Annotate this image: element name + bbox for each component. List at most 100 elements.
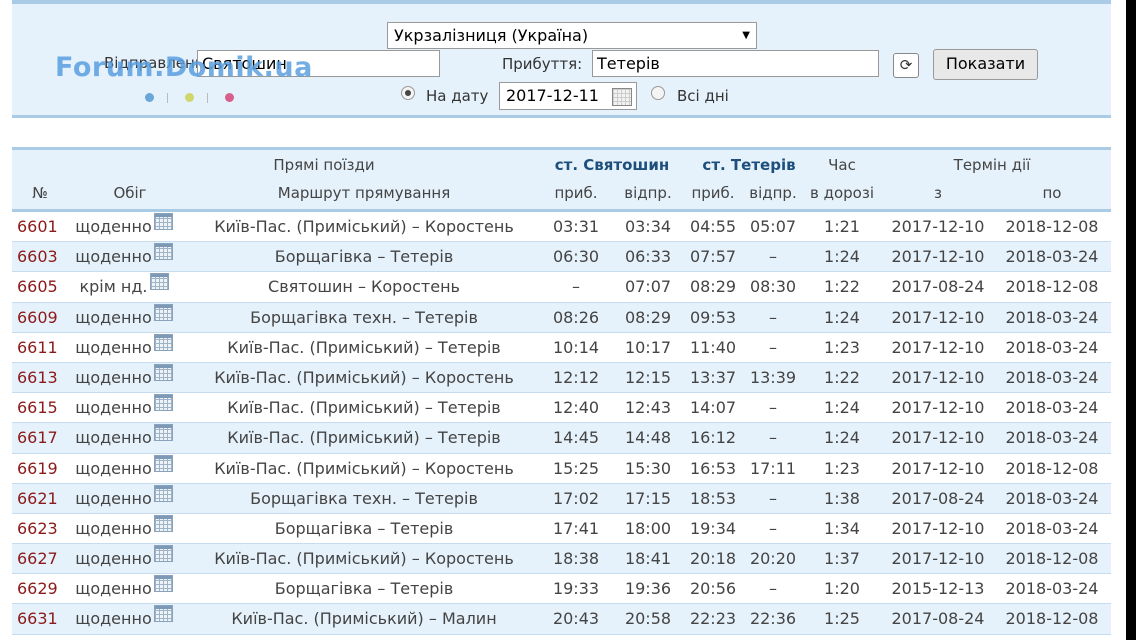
cell-to: 2018-12-08 (1002, 604, 1102, 633)
cell-num[interactable]: 6609 (17, 303, 69, 332)
date-input[interactable]: 2017-12-11 (499, 82, 637, 110)
cell-text: Київ-Пас. (Приміський) – Коростень (214, 549, 514, 569)
calendar-icon[interactable] (153, 605, 173, 623)
cell-arr-to: 13:37 (685, 363, 741, 392)
calendar-icon[interactable] (153, 514, 173, 532)
calendar-icon[interactable] (153, 333, 173, 351)
cell-text: 10:14 (552, 337, 600, 357)
calendar-icon[interactable] (153, 575, 173, 593)
cell-num[interactable]: 6629 (17, 574, 69, 603)
watermark: Forum.Domik.ua (55, 52, 313, 83)
show-button[interactable]: Показати (933, 49, 1038, 80)
cell-from: 2017-12-10 (888, 423, 988, 452)
cell-text: 15:25 (552, 458, 600, 478)
cell-days: щоденно (74, 454, 174, 483)
table-body: 6601 щоденно Київ-Пас. (Приміський) – Коро… (12, 212, 1111, 635)
cell-from: 2015-12-13 (888, 574, 988, 603)
cell-text: Київ-Пас. (Приміський) – Тетерів (227, 398, 501, 418)
cell-arr-from: 17:41 (548, 514, 604, 543)
calendar-icon[interactable] (153, 484, 173, 502)
cell-travel: 1:24 (802, 242, 882, 271)
cell-text: 09:53 (689, 307, 737, 327)
yellow-dot-icon (185, 93, 194, 102)
all-days-label: Всі дні (677, 87, 729, 105)
cell-arr-from: 03:31 (548, 212, 604, 241)
cell-num[interactable]: 6615 (17, 393, 69, 422)
calendar-icon[interactable] (153, 303, 173, 321)
cell-text: 1:25 (824, 609, 860, 629)
cell-text: 2017-12-10 (891, 549, 985, 569)
cell-route: Київ-Пас. (Приміський) – Тетерів (204, 393, 524, 422)
cell-route: Борщагівка техн. – Тетерів (204, 303, 524, 332)
calendar-icon[interactable] (153, 394, 173, 412)
calendar-icon[interactable] (149, 273, 169, 291)
calendar-icon[interactable] (153, 545, 173, 563)
cell-dep-to: – (743, 423, 803, 452)
cell-text: 1:22 (824, 277, 860, 297)
calendar-icon[interactable] (153, 213, 173, 230)
calendar-icon[interactable] (612, 88, 632, 106)
calendar-icon[interactable] (153, 363, 173, 381)
cell-text: щоденно (75, 579, 152, 599)
cell-to: 2018-12-08 (1002, 454, 1102, 483)
col-station-to: ст. Тетерів (702, 156, 796, 174)
calendar-icon[interactable] (153, 243, 173, 261)
table-row: 6609 щоденно Борщагівка техн. – Тетерів 08:… (12, 302, 1111, 333)
table-row: 6631 щоденно Київ-Пас. (Приміський) – Мали… (12, 604, 1111, 635)
cell-text: 2018-03-24 (1005, 579, 1099, 599)
cell-num[interactable]: 6603 (17, 242, 69, 271)
cell-to: 2018-03-24 (1002, 333, 1102, 362)
cell-text: Борщагівка техн. – Тетерів (250, 307, 478, 327)
cell-from: 2017-12-10 (888, 514, 988, 543)
cell-text: 2018-03-24 (1005, 488, 1099, 508)
arrival-label: Прибуття: (502, 55, 583, 73)
cell-text: Київ-Пас. (Приміський) – Малин (231, 609, 497, 629)
cell-arr-from: 12:40 (548, 393, 604, 422)
cell-travel: 1:34 (802, 514, 882, 543)
railway-select[interactable]: Укрзалізниця (Україна) ▼ (387, 22, 757, 49)
col-valid-from: з (934, 184, 942, 202)
cell-text: щоденно (75, 488, 152, 508)
col-dep-to: відпр. (749, 184, 797, 202)
cell-route: Борщагівка техн. – Тетерів (204, 484, 524, 513)
cell-text: 2017-08-24 (891, 609, 985, 629)
calendar-icon[interactable] (153, 424, 173, 442)
cell-from: 2017-12-10 (888, 363, 988, 392)
cell-text: Борщагівка – Тетерів (274, 247, 454, 267)
window-edge (1126, 0, 1136, 640)
calendar-icon[interactable] (153, 454, 173, 472)
cell-num[interactable]: 6627 (17, 544, 69, 573)
date-input-value: 2017-12-11 (506, 86, 599, 105)
cell-num[interactable]: 6623 (17, 514, 69, 543)
cell-num[interactable]: 6617 (17, 423, 69, 452)
cell-text: щоденно (75, 337, 152, 357)
cell-to: 2018-03-24 (1002, 242, 1102, 271)
cell-days: щоденно (74, 604, 174, 633)
cell-num[interactable]: 6621 (17, 484, 69, 513)
swap-stations-button[interactable]: ⟳ (893, 53, 919, 78)
cell-travel: 1:23 (802, 333, 882, 362)
cell-num[interactable]: 6631 (17, 604, 69, 633)
cell-arr-from: 14:45 (548, 423, 604, 452)
cell-text: щоденно (75, 518, 152, 538)
cell-num[interactable]: 6611 (17, 333, 69, 362)
cell-text: 18:53 (689, 488, 737, 508)
cell-route: Борщагівка – Тетерів (204, 242, 524, 271)
cell-arr-from: 12:12 (548, 363, 604, 392)
cell-text: 07:57 (689, 247, 737, 267)
cell-text: 2017-12-10 (891, 247, 985, 267)
cell-days: крім нд. (74, 272, 174, 301)
all-days-radio[interactable] (651, 86, 665, 100)
arrival-input[interactable]: Тетерів (592, 50, 879, 77)
cell-dep-from: 08:29 (617, 303, 679, 332)
cell-num[interactable]: 6613 (17, 363, 69, 392)
cell-text: 04:55 (689, 217, 737, 236)
cell-num[interactable]: 6601 (17, 212, 69, 241)
cell-num[interactable]: 6619 (17, 454, 69, 483)
date-radio[interactable] (401, 86, 415, 100)
cell-text: 2017-12-10 (891, 518, 985, 538)
table-row: 6617 щоденно Київ-Пас. (Приміський) – Тете… (12, 423, 1111, 454)
cell-text: 20:56 (689, 579, 737, 599)
cell-num[interactable]: 6605 (17, 272, 69, 301)
cell-dep-to: – (743, 514, 803, 543)
